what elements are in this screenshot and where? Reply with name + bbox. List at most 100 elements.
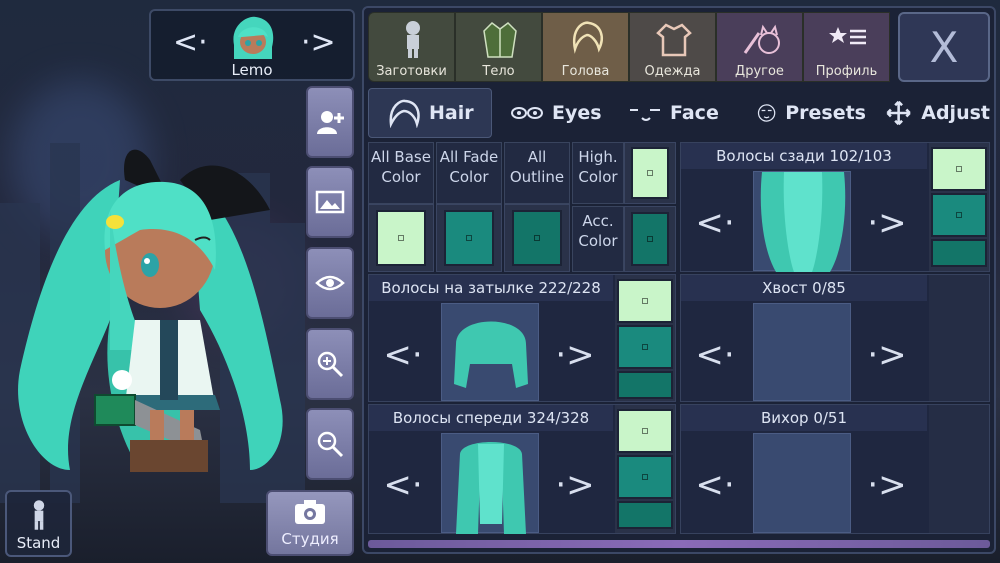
tab-eyes-label: Eyes — [552, 102, 602, 124]
tail-picker: Хвост 0/85 <· ·> — [680, 274, 990, 402]
all-base-color-button[interactable] — [368, 204, 434, 272]
sword-cat-icon — [743, 24, 780, 54]
tab-face[interactable]: Face — [610, 88, 738, 138]
category-tabs: Заготовки Тело Голова Одежда Другое Проф… — [368, 12, 890, 82]
next-back-hair-button[interactable]: ·> — [867, 203, 907, 243]
color-swatch[interactable] — [617, 371, 673, 399]
color-swatch[interactable] — [617, 455, 673, 499]
back-hair-preview[interactable] — [753, 171, 851, 272]
tab-clothes[interactable]: Одежда — [629, 12, 716, 82]
tab-head[interactable]: Голова — [542, 12, 629, 82]
next-front-hair-button[interactable]: ·> — [555, 465, 595, 505]
zoom-out-button[interactable] — [306, 408, 354, 480]
front-hair-preview[interactable] — [441, 433, 539, 534]
part-title: Вихор 0/51 — [681, 405, 927, 431]
color-swatch[interactable] — [617, 501, 673, 529]
presets-icon — [757, 104, 776, 122]
tab-profile[interactable]: Профиль — [803, 12, 890, 82]
zoom-in-icon — [317, 351, 344, 378]
prev-front-hair-button[interactable]: <· — [383, 465, 423, 505]
next-character-button[interactable]: ·> — [301, 25, 336, 60]
back-hair-picker: Волосы сзади 102/103 <· ·> — [680, 142, 990, 272]
tab-adjust-label: Adjust — [921, 102, 990, 124]
eyes-icon — [511, 107, 543, 119]
next-ahoge-button[interactable]: ·> — [867, 465, 907, 505]
panel-bottom-bar — [368, 540, 990, 548]
body-preset-icon — [406, 21, 420, 58]
prev-back-hair-button[interactable]: <· — [695, 203, 735, 243]
front-hair-picker: Волосы спереди 324/328 <· ·> — [368, 404, 676, 534]
color-swatch[interactable] — [617, 279, 673, 323]
zoom-out-icon — [317, 431, 344, 458]
color-swatch[interactable] — [931, 147, 987, 191]
tab-label: Голова — [561, 64, 610, 79]
ahoge-picker: Вихор 0/51 <· ·> — [680, 404, 990, 534]
nape-hair-colors — [615, 275, 675, 401]
color-swatch[interactable] — [931, 239, 987, 267]
part-title: Волосы на затылке 222/228 — [369, 275, 613, 301]
stand-button[interactable]: Stand — [5, 490, 72, 557]
prev-nape-hair-button[interactable]: <· — [383, 335, 423, 375]
nape-hair-preview[interactable] — [441, 303, 539, 401]
part-title: Волосы спереди 324/328 — [369, 405, 613, 431]
color-swatch[interactable] — [931, 193, 987, 237]
part-title: Хвост 0/85 — [681, 275, 927, 301]
stand-label: Stand — [16, 534, 61, 552]
hair-head-icon — [572, 21, 603, 54]
tab-presets[interactable]: Заготовки — [368, 12, 455, 82]
swatch-marker — [466, 235, 472, 241]
acc-color-button[interactable] — [624, 206, 676, 272]
color-swatch — [631, 147, 669, 199]
zoom-in-button[interactable] — [306, 328, 354, 400]
high-color-button[interactable] — [624, 142, 676, 204]
swatch-marker — [398, 235, 404, 241]
tab-label: Одежда — [644, 64, 701, 79]
ahoge-preview[interactable] — [753, 433, 851, 533]
tab-adjust[interactable]: Adjust — [866, 88, 990, 138]
swatch-marker — [956, 166, 962, 172]
prev-tail-button[interactable]: <· — [695, 335, 735, 375]
back-hair-colors — [929, 143, 989, 271]
close-button[interactable]: X — [898, 12, 990, 82]
tab-presets-sub[interactable]: Presets — [738, 88, 866, 138]
tab-hair[interactable]: Hair — [368, 88, 492, 138]
color-swatch — [512, 210, 562, 266]
camera-icon — [295, 500, 325, 524]
hair-preview-icon — [760, 172, 846, 272]
next-nape-hair-button[interactable]: ·> — [555, 335, 595, 375]
all-fade-color-label: All Fade Color — [436, 142, 502, 204]
color-swatch — [376, 210, 426, 266]
acc-color-label: Acc. Color — [572, 206, 624, 272]
add-character-button[interactable] — [306, 86, 354, 158]
next-tail-button[interactable]: ·> — [867, 335, 907, 375]
swatch-marker — [642, 344, 648, 350]
ahoge-colors — [929, 405, 989, 533]
all-fade-color-button[interactable] — [436, 204, 502, 272]
visibility-button[interactable] — [306, 247, 354, 319]
tail-preview[interactable] — [753, 303, 851, 401]
all-outline-button[interactable] — [504, 204, 570, 272]
tail-colors — [929, 275, 989, 401]
all-outline-label: All Outline — [504, 142, 570, 204]
tab-body[interactable]: Тело — [455, 12, 542, 82]
eye-icon — [315, 275, 345, 291]
tab-other[interactable]: Другое — [716, 12, 803, 82]
swatch-marker — [956, 212, 962, 218]
color-swatch — [631, 212, 669, 266]
studio-button[interactable]: Студия — [266, 490, 354, 556]
front-hair-colors — [615, 405, 675, 533]
previous-character-button[interactable]: <· — [173, 25, 208, 60]
nape-hair-picker: Волосы на затылке 222/228 <· ·> — [368, 274, 676, 402]
studio-label: Студия — [281, 530, 339, 548]
tab-presets-label: Presets — [785, 102, 866, 124]
hair-preview-icon — [454, 321, 528, 388]
star-list-icon — [829, 27, 866, 45]
prev-ahoge-button[interactable]: <· — [695, 465, 735, 505]
tab-eyes[interactable]: Eyes — [492, 88, 610, 138]
background-button[interactable] — [306, 166, 354, 238]
swatch-marker — [534, 235, 540, 241]
color-swatch[interactable] — [617, 325, 673, 369]
color-swatch[interactable] — [617, 409, 673, 453]
jacket-icon — [483, 22, 517, 58]
stand-pose-icon — [33, 500, 44, 530]
